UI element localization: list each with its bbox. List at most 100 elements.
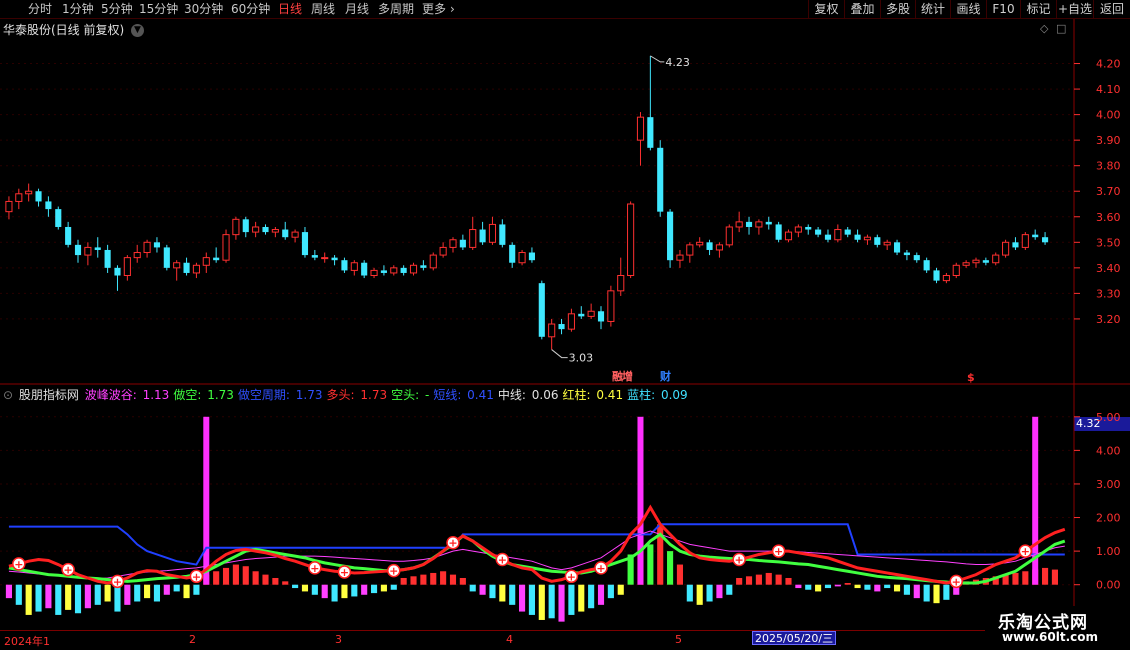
indicator-bar (528, 584, 535, 615)
date-label: 3 (335, 633, 342, 646)
indicator-bar (913, 584, 920, 599)
date-label: 2 (189, 633, 196, 646)
candle-body (25, 190, 33, 195)
candle-body (361, 262, 368, 276)
high-pointer (650, 55, 665, 63)
indicator-bar (420, 574, 427, 585)
candle-body (94, 247, 101, 250)
candle-body (667, 211, 674, 261)
indicator-bar (489, 584, 496, 599)
indicator-bar (795, 584, 802, 589)
candle-body (35, 191, 42, 202)
candle-body (45, 201, 52, 210)
indicator-bar (331, 584, 338, 602)
candle-body (893, 242, 901, 253)
candle-body (123, 257, 131, 277)
price-tick-label: 3.20 (1096, 313, 1121, 326)
candle-body (962, 262, 970, 266)
price-tick-label: 4.10 (1096, 83, 1121, 96)
indicator-bar (341, 584, 348, 599)
indicator-bar (647, 544, 654, 585)
indicator-bar (834, 584, 841, 587)
indicator-bar (519, 584, 526, 612)
indicator-bar (844, 583, 851, 585)
candle-body (469, 229, 477, 248)
indicator-bar (805, 584, 812, 590)
candle-body (370, 269, 378, 277)
indicator-bar (676, 564, 684, 585)
candle-body (192, 264, 200, 274)
buy-marker-sign: + (64, 564, 73, 577)
candle-body (65, 226, 72, 245)
candle-body (55, 209, 62, 227)
candle-body (143, 241, 151, 254)
indicator-bar (400, 577, 407, 585)
date-cursor-label: 2025/05/20/三 (752, 631, 837, 645)
indicator-bar (292, 584, 299, 589)
indicator-bar (617, 584, 624, 595)
indicator-bar (252, 571, 259, 585)
price-tick-label: 3.40 (1096, 262, 1121, 275)
candle-body (479, 229, 486, 243)
candle-body (183, 262, 190, 273)
candle-body (854, 234, 861, 240)
indicator-bar (440, 571, 447, 585)
indicator-bar (755, 574, 762, 585)
low-label: 3.03 (569, 352, 594, 365)
indicator-bar (74, 584, 82, 614)
indicator-bar (667, 551, 674, 585)
indicator-bar (706, 584, 713, 602)
indicator-bar (1042, 567, 1049, 585)
price-tick-label: 3.50 (1096, 236, 1121, 249)
candle-body (745, 221, 753, 227)
candle-body (528, 252, 535, 261)
event-marker: 增 (622, 369, 633, 383)
candle-body (903, 252, 910, 256)
indicator-bar (874, 584, 881, 592)
indicator-bar (390, 584, 397, 590)
candle-body (657, 147, 664, 212)
candle-body (1002, 241, 1010, 256)
candle-body (538, 283, 545, 337)
candle-body (863, 236, 872, 241)
date-label: 4 (506, 633, 513, 646)
candle-body (942, 275, 950, 282)
buy-marker-sign: + (498, 554, 507, 567)
candle-body (824, 234, 832, 240)
candle-body (548, 323, 556, 338)
candle-body (409, 264, 418, 274)
indicator-tick-label: 1.00 (1096, 545, 1121, 558)
indicator-tick-label: 4.00 (1096, 444, 1121, 457)
buy-marker-sign: + (774, 545, 783, 558)
event-marker: $ (967, 371, 975, 384)
price-tick-label: 4.00 (1096, 109, 1121, 122)
candle-body (488, 223, 497, 243)
candle-body (775, 224, 782, 240)
indicator-bar (726, 584, 733, 595)
indicator-bar (84, 584, 91, 609)
buy-marker-sign: + (113, 575, 122, 588)
chart-canvas[interactable]: 4.20 4.10 4.00 3.90 3.80 3.70 3.60 3.50 3.40 3.30… (0, 0, 1130, 650)
indicator-bar (893, 584, 901, 592)
indicator-bar (459, 577, 466, 585)
candle-body (202, 257, 210, 266)
candle-body (252, 226, 260, 233)
candle-body (715, 244, 723, 251)
candle-body (992, 254, 1000, 264)
candle-body (735, 221, 743, 228)
candle-body (5, 200, 13, 213)
candle-body (104, 249, 111, 268)
price-tick-label: 3.60 (1096, 211, 1121, 224)
candle-body (607, 290, 615, 322)
indicator-bar (578, 584, 585, 612)
price-tick-label: 3.80 (1096, 160, 1121, 173)
indicator-bar (262, 574, 269, 585)
candle-body (567, 313, 575, 330)
indicator-bar (321, 584, 328, 599)
candle-body (509, 244, 516, 263)
indicator-tick-label: 2.00 (1096, 512, 1121, 525)
candle-body (380, 270, 387, 273)
indicator-bar (736, 577, 743, 585)
buy-marker-sign: + (1021, 545, 1030, 558)
candle-body (1032, 234, 1039, 238)
